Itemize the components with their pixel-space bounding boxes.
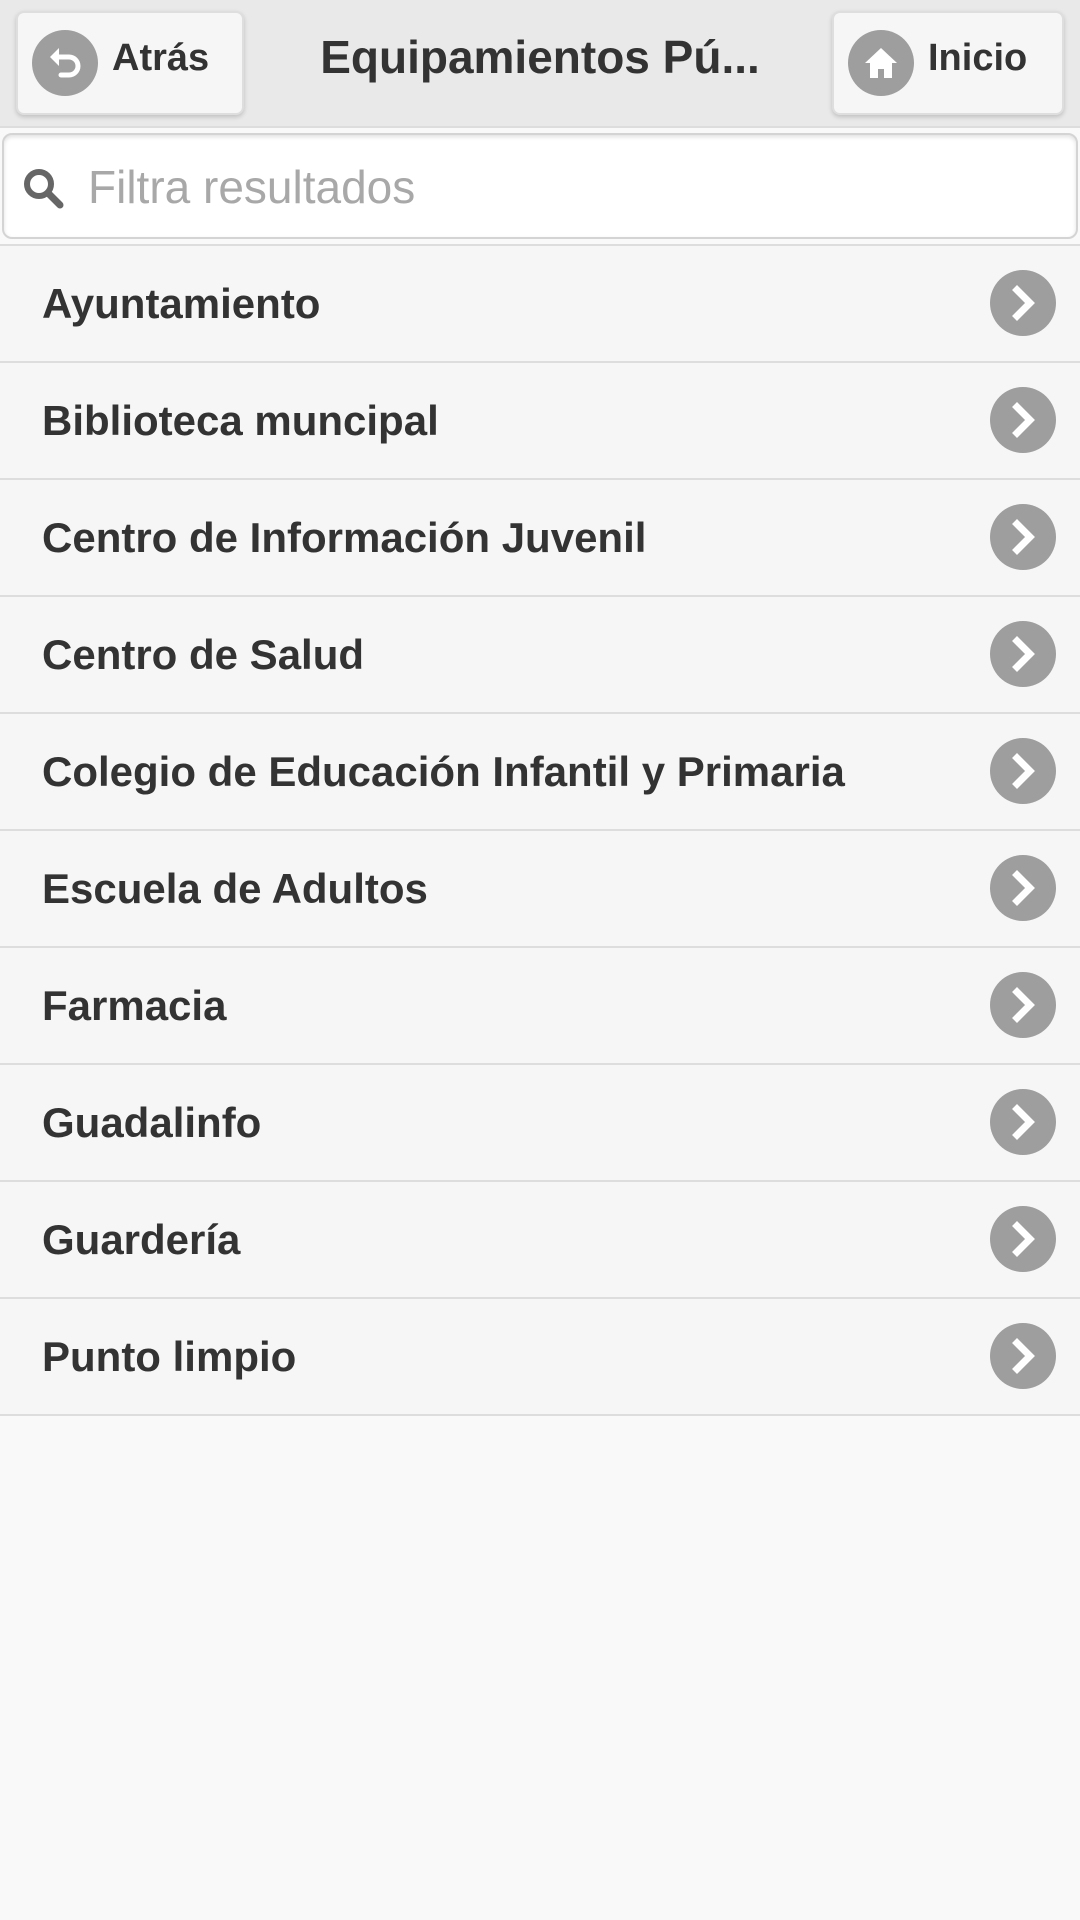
list-item[interactable]: Centro de Salud	[0, 597, 1080, 714]
search-bar	[2, 133, 1078, 239]
list-item-label: Centro de Información Juvenil	[42, 514, 647, 561]
chevron-right-icon	[990, 972, 1056, 1038]
list-item[interactable]: Biblioteca muncipal	[0, 363, 1080, 480]
list-item[interactable]: Colegio de Educación Infantil y Primaria	[0, 714, 1080, 831]
list-item-label: Centro de Salud	[42, 631, 365, 678]
back-button[interactable]: Atrás	[16, 11, 244, 115]
chevron-right-icon	[990, 1323, 1056, 1389]
home-icon	[848, 30, 914, 96]
list-item-label: Biblioteca muncipal	[42, 397, 439, 444]
chevron-right-icon	[990, 270, 1056, 336]
chevron-right-icon	[990, 387, 1056, 453]
list-item-label: Escuela de Adultos	[42, 865, 428, 912]
chevron-right-icon	[990, 738, 1056, 804]
list-item[interactable]: Guardería	[0, 1182, 1080, 1299]
search-input[interactable]	[88, 147, 1048, 227]
page-title: Equipamientos Pú...	[320, 31, 760, 83]
list-item-label: Ayuntamiento	[42, 280, 321, 327]
undo-arrow-icon	[32, 30, 98, 96]
chevron-right-icon	[990, 1089, 1056, 1155]
chevron-right-icon	[990, 855, 1056, 921]
list-item-label: Punto limpio	[42, 1333, 297, 1380]
list-item[interactable]: Ayuntamiento	[0, 246, 1080, 363]
home-button-label: Inicio	[928, 36, 1028, 79]
home-button[interactable]: Inicio	[832, 11, 1064, 115]
chevron-right-icon	[990, 504, 1056, 570]
back-button-label: Atrás	[112, 36, 210, 79]
list-item-label: Guadalinfo	[42, 1099, 262, 1146]
list-item[interactable]: Farmacia	[0, 948, 1080, 1065]
list-item[interactable]: Centro de Información Juvenil	[0, 480, 1080, 597]
list-item-label: Farmacia	[42, 982, 227, 1029]
list-item[interactable]: Guadalinfo	[0, 1065, 1080, 1182]
results-list: Ayuntamiento Biblioteca muncipal Centro …	[0, 244, 1080, 1416]
list-item-label: Colegio de Educación Infantil y Primaria	[42, 748, 845, 795]
list-item[interactable]: Escuela de Adultos	[0, 831, 1080, 948]
list-item-label: Guardería	[42, 1216, 241, 1263]
chevron-right-icon	[990, 1206, 1056, 1272]
chevron-right-icon	[990, 621, 1056, 687]
list-item[interactable]: Punto limpio	[0, 1299, 1080, 1416]
search-icon	[20, 165, 66, 211]
header-bar: Atrás Equipamientos Pú... Inicio	[0, 0, 1080, 128]
